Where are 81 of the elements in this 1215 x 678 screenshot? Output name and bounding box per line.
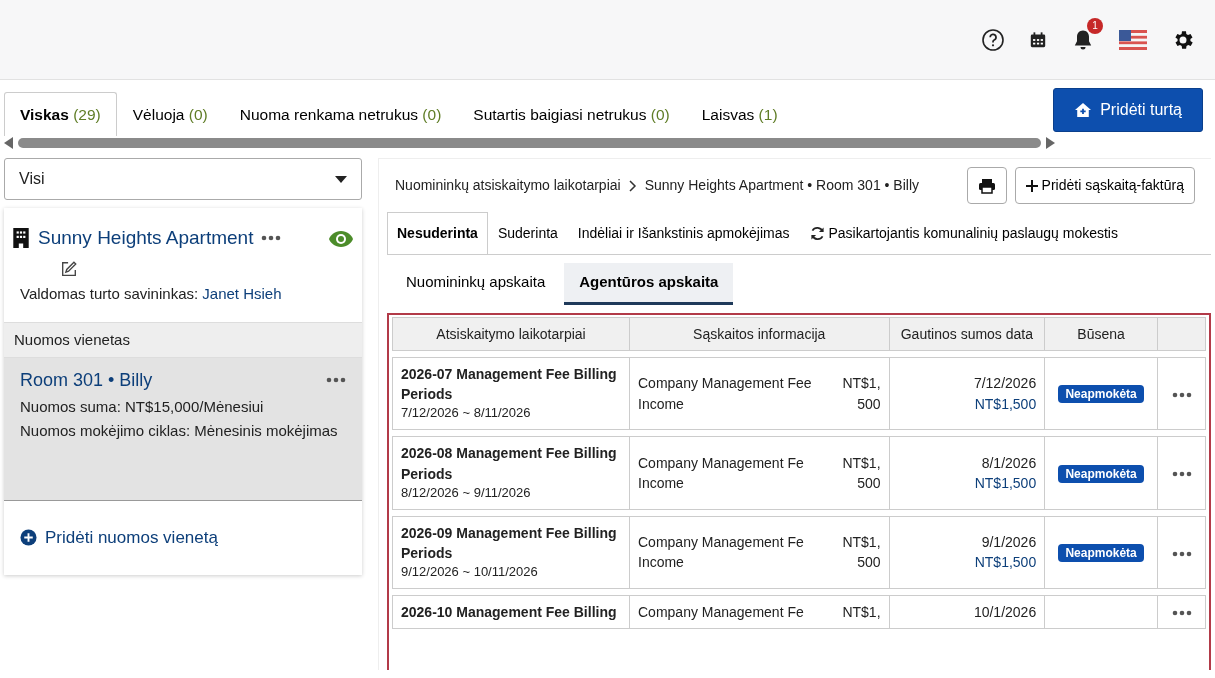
- help-icon[interactable]: [981, 27, 1005, 52]
- edit-icon[interactable]: [60, 259, 78, 278]
- column-header: Atsiskaitymo laikotarpiai: [392, 316, 630, 351]
- invoice-amount: NT$1,500: [841, 533, 881, 573]
- period-title: 2026-07 Management Fee Billing Periods: [401, 364, 618, 405]
- invoice-info: Income: [638, 473, 685, 493]
- owner-text: Valdomas turto savininkas: Janet Hsieh: [19, 284, 283, 304]
- invoice-info: Income: [638, 553, 685, 573]
- invoice-info: Company Management Fe: [638, 603, 804, 623]
- breadcrumb-current: Sunny Heights Apartment • Room 301 • Billy: [644, 176, 920, 195]
- add-unit-link[interactable]: Pridėti nuomos vienetą: [4, 501, 362, 575]
- period-title: 2026-10 Management Fee Billing: [401, 603, 618, 623]
- due-date: 8/1/2026: [980, 453, 1037, 473]
- status-badge: Neapmokėta: [1058, 544, 1144, 563]
- detail-tab[interactable]: Indėliai ir Išankstinis apmokėjimas: [567, 212, 800, 254]
- chevron-right-icon: [628, 179, 637, 192]
- due-amount: NT$1,500: [973, 473, 1037, 493]
- due-date: 10/1/2026: [972, 603, 1037, 623]
- scroll-right-icon[interactable]: [1045, 137, 1055, 149]
- invoice-info: Income: [638, 394, 685, 414]
- plus-icon: [1025, 179, 1038, 192]
- print-button[interactable]: [966, 167, 1007, 204]
- sub-tab[interactable]: Nuomininkų apskaita: [391, 263, 561, 305]
- due-amount: NT$1,500: [973, 553, 1037, 573]
- eye-icon[interactable]: [328, 230, 354, 249]
- unit-item[interactable]: Room 301 • Billy Nuomos suma: NT$15,000/Mėnesiui Nuomos mokėjimo ciklas: Mėnesinis mokėjimas: [4, 358, 362, 501]
- add-invoice-button[interactable]: Pridėti sąskaitą-faktūrą: [1014, 167, 1195, 204]
- filter-tab[interactable]: Viskas (29): [4, 91, 117, 136]
- detail-tab[interactable]: Nesuderinta: [387, 212, 488, 254]
- more-icon[interactable]: [1171, 391, 1192, 398]
- period-range: 7/12/2026 ~ 8/11/2026: [401, 404, 532, 423]
- due-date: 7/12/2026: [972, 374, 1037, 394]
- due-date: 9/1/2026: [980, 533, 1037, 553]
- scroll-left-icon[interactable]: [4, 137, 14, 149]
- more-icon[interactable]: [1171, 471, 1192, 478]
- unit-detail: Nuomos suma: NT$15,000/Mėnesiui: [20, 396, 265, 417]
- refresh-icon: [809, 226, 825, 241]
- invoice-info: Company Management Fe: [638, 533, 804, 553]
- caret-icon: [335, 175, 347, 183]
- column-header: Gautinos sumos data: [889, 316, 1046, 351]
- section-title: Nuomos vienetas: [4, 321, 362, 358]
- add-property-button[interactable]: Pridėti turtą: [1053, 88, 1203, 132]
- filter-tab[interactable]: Vėluoja (0): [116, 91, 224, 136]
- period-range: 8/12/2026 ~ 9/11/2026: [401, 483, 532, 502]
- filter-tab[interactable]: Sutartis baigiasi netrukus (0): [457, 91, 686, 136]
- period-title: 2026-09 Management Fee Billing Periods: [401, 523, 618, 563]
- house-plus-icon: [1074, 102, 1093, 118]
- status-badge: Neapmokėta: [1058, 385, 1144, 404]
- unit-title: Room 301 • Billy: [20, 369, 153, 392]
- invoice-amount: NT$1,500: [841, 453, 881, 493]
- status-badge: Neapmokėta: [1058, 464, 1144, 483]
- calendar-icon[interactable]: [1029, 30, 1047, 49]
- invoice-info: Company Management Fee: [638, 374, 812, 394]
- period-range: 9/12/2026 ~ 10/11/2026: [401, 563, 539, 582]
- detail-tab[interactable]: Suderinta: [487, 212, 568, 254]
- sub-tab[interactable]: Agentūros apskaita: [564, 263, 734, 305]
- column-header-blank: [1158, 316, 1206, 351]
- more-icon[interactable]: [326, 377, 346, 384]
- invoice-amount: NT$1,: [841, 603, 881, 623]
- print-icon: [977, 178, 996, 195]
- scrollbar-thumb[interactable]: [18, 138, 1041, 148]
- detail-tab[interactable]: Pasikartojantis komunalinių paslaugų mokestis: [799, 212, 1128, 254]
- invoice-amount: NT$1,500: [841, 374, 881, 414]
- building-icon: [12, 227, 30, 250]
- flag-icon[interactable]: [1119, 29, 1147, 50]
- property-name-link[interactable]: Sunny Heights Apartment: [38, 224, 254, 253]
- invoice-info: Company Management Fe: [638, 453, 804, 473]
- unit-detail: Nuomos mokėjimo ciklas: Mėnesinis mokėjimas: [20, 420, 339, 441]
- filter-select[interactable]: Visi: [4, 158, 362, 200]
- period-title: 2026-08 Management Fee Billing Periods: [401, 444, 618, 484]
- more-icon[interactable]: [1171, 550, 1192, 557]
- column-header: Sąskaitos informacija: [630, 316, 890, 351]
- filter-tab[interactable]: Laisvas (1): [685, 91, 794, 136]
- notification-count: 1: [1087, 17, 1103, 34]
- column-header: Būsena: [1045, 316, 1158, 351]
- breadcrumb-link[interactable]: Nuomininkų atsiskaitymo laikotarpiai: [395, 175, 621, 196]
- due-amount: NT$1,500: [973, 394, 1037, 414]
- more-icon[interactable]: [1171, 610, 1192, 617]
- more-icon[interactable]: [261, 235, 282, 242]
- filter-tab[interactable]: Nuoma renkama netrukus (0): [223, 91, 458, 136]
- plus-circle-icon: [20, 529, 37, 547]
